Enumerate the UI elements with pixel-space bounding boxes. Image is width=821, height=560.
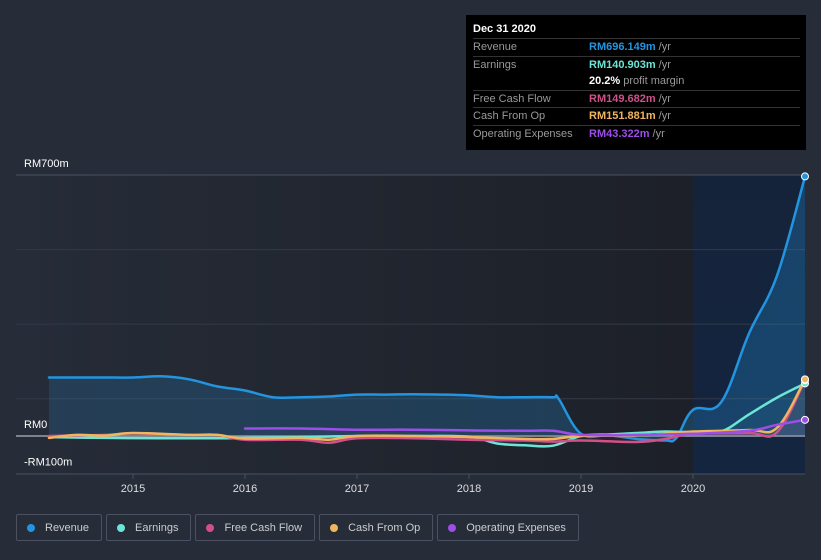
- tooltip-value: RM151.881m: [589, 110, 656, 122]
- legend-dot-icon: [330, 523, 339, 532]
- legend-label: Cash From Op: [348, 521, 421, 534]
- y-tick-label: -RM100m: [24, 456, 72, 468]
- tooltip-value: RM696.149m: [589, 41, 656, 53]
- tooltip-value: RM149.682m: [589, 92, 656, 105]
- tooltip-row: 20.2% profit margin: [473, 73, 800, 91]
- legend-dot-icon: [27, 523, 35, 532]
- tooltip-date: Dec 31 2020: [473, 21, 800, 39]
- legend-dot-icon: [448, 523, 457, 532]
- legend-item-revenue[interactable]: Revenue: [16, 514, 103, 541]
- y-tick-label: RM0: [24, 419, 47, 431]
- legend-label: Earnings: [135, 521, 179, 534]
- legend-label: Free Cash Flow: [224, 521, 303, 534]
- operating-expenses-endpoint[interactable]: [801, 415, 809, 424]
- tooltip-value: RM140.903m: [589, 58, 656, 71]
- legend-dot-icon: [117, 523, 126, 532]
- tooltip-label: Free Cash Flow: [473, 92, 551, 105]
- tooltip-unit: /yr: [658, 110, 671, 122]
- tooltip-value: 20.2%: [589, 75, 621, 87]
- tooltip-unit: /yr: [658, 92, 671, 105]
- tooltip-row: Revenue RM696.149m/yr: [473, 39, 800, 57]
- legend-item-free-cash-flow[interactable]: Free Cash Flow: [195, 514, 316, 541]
- tooltip-label: Cash From Op: [473, 110, 546, 122]
- tooltip-unit: /yr: [658, 41, 671, 53]
- x-tick-label: 2015: [121, 483, 145, 495]
- tooltip-row: Earnings RM140.903m/yr: [473, 57, 800, 74]
- tooltip-unit: profit margin: [623, 75, 685, 87]
- legend-item-cash-from-op[interactable]: Cash From Op: [319, 514, 434, 541]
- tooltip-row: Operating Expenses RM43.322m/yr: [473, 126, 800, 143]
- x-tick-label: 2016: [233, 483, 257, 495]
- y-tick-label: RM700m: [24, 158, 69, 170]
- legend-item-operating-expenses[interactable]: Operating Expenses: [437, 514, 579, 541]
- tooltip-label: Operating Expenses: [473, 127, 573, 140]
- legend-dot-icon: [206, 523, 215, 532]
- x-tick-label: 2019: [569, 483, 593, 495]
- tooltip-unit: /yr: [658, 58, 671, 71]
- x-tick-label: 2020: [681, 483, 705, 495]
- tooltip-label: Revenue: [473, 41, 518, 53]
- tooltip-panel: Dec 31 2020 Revenue RM696.149m/yr Earnings…: [466, 15, 806, 150]
- tooltip-label: Earnings: [473, 58, 517, 71]
- tooltip-value: RM43.322m: [589, 127, 650, 140]
- tooltip-unit: /yr: [652, 127, 665, 140]
- revenue-endpoint[interactable]: [801, 172, 809, 181]
- legend: Revenue Earnings Free Cash Flow Cash From O…: [16, 514, 579, 541]
- tooltip-label: [473, 73, 589, 90]
- x-tick-label: 2017: [345, 483, 369, 495]
- legend-item-earnings[interactable]: Earnings: [106, 514, 192, 541]
- x-tick-label: 2018: [457, 483, 481, 495]
- cash-from-op-endpoint[interactable]: [801, 375, 809, 384]
- legend-label: Revenue: [45, 521, 90, 534]
- legend-label: Operating Expenses: [466, 521, 566, 534]
- tooltip-row: Free Cash Flow RM149.682m/yr: [473, 91, 800, 108]
- tooltip-row: Cash From Op RM151.881m/yr: [473, 108, 800, 126]
